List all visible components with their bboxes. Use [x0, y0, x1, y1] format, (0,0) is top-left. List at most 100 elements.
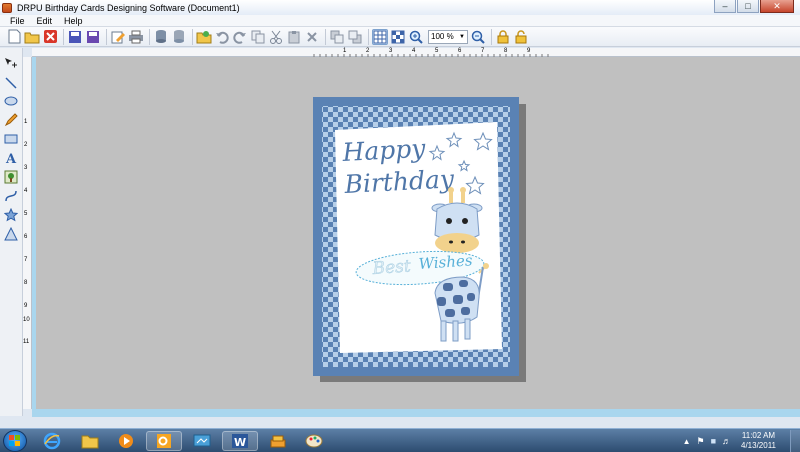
close-document-button[interactable]: [42, 29, 58, 45]
properties-button[interactable]: [110, 29, 126, 45]
curve-tool[interactable]: [3, 188, 19, 204]
maximize-icon: □: [745, 1, 751, 11]
svg-text:A: A: [5, 152, 17, 165]
tray-arrow-icon[interactable]: ▲: [683, 437, 691, 446]
taskbar-outlook[interactable]: [146, 431, 182, 451]
ellipse-tool[interactable]: [3, 93, 19, 109]
zoom-value: 100 %: [431, 32, 454, 41]
copy-button[interactable]: [250, 29, 266, 45]
close-button[interactable]: ✕: [760, 0, 794, 13]
svg-text:W: W: [234, 436, 246, 449]
triangle-tool[interactable]: [3, 226, 19, 242]
zoom-out-button[interactable]: [470, 29, 486, 45]
start-button[interactable]: [3, 430, 27, 452]
text-tool[interactable]: A: [3, 150, 19, 166]
clock[interactable]: 11:02 AM 4/13/2011: [741, 431, 776, 451]
card-title-line2: Birthday: [343, 164, 456, 199]
chevron-down-icon: ▼: [459, 33, 465, 40]
copy-icon: [251, 30, 265, 43]
ruler-mark: 11: [23, 339, 30, 345]
undo-button[interactable]: [214, 29, 230, 45]
ruler-mark: 7: [24, 257, 28, 263]
taskbar-app[interactable]: [184, 431, 220, 451]
ruler-mark: 7: [481, 48, 485, 54]
ruler-mark: 3: [389, 48, 393, 54]
clock-date: 4/13/2011: [741, 441, 776, 450]
save-as-button[interactable]: [85, 29, 101, 45]
import-image-button[interactable]: [196, 29, 212, 45]
taskbar-media-player[interactable]: [108, 431, 144, 451]
menu-help[interactable]: Help: [64, 16, 83, 26]
taskbar-birthday-software[interactable]: [260, 431, 296, 451]
image-tool[interactable]: [3, 169, 19, 185]
show-desktop-button[interactable]: [790, 429, 800, 452]
toolbar-separator: [149, 28, 150, 45]
horizontal-scrollbar[interactable]: [32, 409, 800, 417]
taskbar-paint[interactable]: [296, 431, 332, 451]
birthday-card[interactable]: Happy Birthday Best Wishes: [313, 97, 519, 376]
ruler-mark: 6: [458, 48, 462, 54]
grid-button[interactable]: [372, 28, 388, 45]
printer-icon: [129, 30, 143, 43]
database-button[interactable]: [153, 29, 169, 45]
checker-grid-icon: [391, 30, 405, 43]
delete-button[interactable]: [304, 29, 320, 45]
toolbar-separator: [106, 28, 107, 45]
pencil-tool[interactable]: [3, 112, 19, 128]
redo-button[interactable]: [232, 29, 248, 45]
cut-button[interactable]: [268, 29, 284, 45]
open-folder-icon: [24, 32, 40, 43]
select-tool[interactable]: [3, 56, 19, 72]
lock-icon: [497, 29, 509, 43]
triangle-icon: [4, 227, 18, 241]
ruler-mark: 9: [24, 303, 28, 309]
star-tool[interactable]: [3, 207, 19, 223]
send-back-icon: [348, 30, 362, 43]
ruler-mark: 10: [23, 317, 30, 323]
title-bar: DRPU Birthday Cards Designing Software (…: [0, 0, 800, 15]
internet-explorer-icon: [43, 432, 61, 450]
folder-icon: [81, 435, 99, 449]
menu-edit[interactable]: Edit: [37, 16, 53, 26]
rectangle-tool[interactable]: [3, 131, 19, 147]
zoom-select[interactable]: 100 % ▼: [428, 29, 468, 44]
send-back-button[interactable]: [347, 29, 363, 45]
zoom-in-button[interactable]: [408, 29, 424, 45]
ruler-mark: 1: [24, 119, 28, 125]
maximize-button[interactable]: □: [737, 0, 759, 13]
paste-button[interactable]: [286, 29, 302, 45]
ruler-mark: 9: [527, 48, 531, 54]
screen-app-icon: [193, 434, 211, 447]
open-button[interactable]: [24, 29, 40, 45]
minimize-button[interactable]: –: [714, 0, 736, 13]
taskbar-ie[interactable]: [34, 431, 70, 451]
pointer-move-icon: [5, 58, 17, 68]
menu-file[interactable]: File: [10, 16, 25, 26]
unlock-button[interactable]: [513, 29, 529, 45]
ruler-mark: 2: [366, 48, 370, 54]
snap-grid-button[interactable]: [390, 29, 406, 45]
database-export-button[interactable]: [171, 29, 187, 45]
edit-pencil-icon: [111, 31, 125, 43]
undo-icon: [216, 31, 229, 44]
close-icon: ✕: [773, 0, 781, 11]
taskbar-word[interactable]: W: [222, 431, 258, 451]
bring-front-button[interactable]: [329, 29, 345, 45]
print-button[interactable]: [128, 29, 144, 45]
save-icon: [69, 30, 81, 43]
picture-tree-icon: [4, 170, 18, 184]
toolbar-separator: [491, 28, 492, 45]
taskbar-explorer[interactable]: [72, 431, 108, 451]
line-icon: [5, 77, 17, 89]
ruler-mark: 3: [24, 165, 28, 171]
network-icon[interactable]: ■: [711, 436, 716, 446]
paint-palette-icon: [305, 434, 323, 448]
save-button[interactable]: [67, 29, 83, 45]
toolbar-separator: [368, 28, 369, 45]
flag-icon[interactable]: ⚑: [696, 436, 704, 447]
line-tool[interactable]: [3, 75, 19, 91]
volume-icon[interactable]: ♬: [722, 436, 731, 446]
close-document-icon: [43, 30, 57, 43]
new-button[interactable]: [6, 29, 22, 45]
lock-button[interactable]: [495, 29, 511, 45]
